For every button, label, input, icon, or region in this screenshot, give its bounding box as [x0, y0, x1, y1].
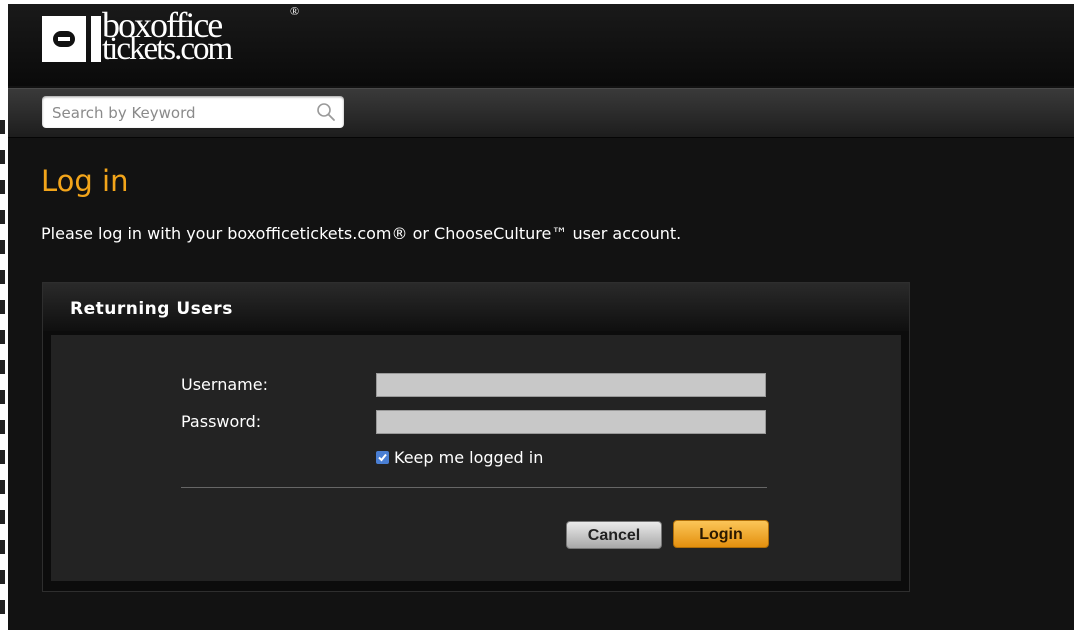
keep-logged-in-row[interactable]: Keep me logged in [376, 447, 543, 467]
username-field[interactable] [376, 373, 766, 397]
password-label: Password: [181, 412, 262, 431]
logo-registered-mark: ® [290, 4, 300, 18]
username-label: Username: [181, 375, 268, 394]
search-icon[interactable] [316, 102, 336, 122]
app-window: boxoffice tickets.com ® Log in Please lo… [8, 4, 1074, 630]
search-bar [8, 88, 1074, 138]
site-logo[interactable]: boxoffice tickets.com ® [42, 4, 299, 67]
panel-header: Returning Users [43, 283, 909, 331]
logo-bar [91, 16, 101, 62]
panel-title: Returning Users [70, 299, 233, 319]
password-field[interactable] [376, 410, 766, 434]
page-title: Log in [41, 164, 129, 198]
page-left-edge-marks [0, 120, 5, 630]
search-input[interactable] [50, 100, 310, 126]
site-header: boxoffice tickets.com ® [8, 4, 1074, 86]
checkmark-icon [378, 453, 387, 461]
keep-logged-in-checkbox[interactable] [376, 450, 389, 464]
login-button[interactable]: Login [673, 520, 769, 548]
form-divider [181, 487, 767, 488]
login-intro-text: Please log in with your boxofficetickets… [41, 224, 682, 243]
logo-mark-icon [42, 16, 86, 62]
returning-users-panel: Returning Users Username: Password: Keep… [42, 282, 910, 592]
search-box [42, 96, 344, 128]
login-form: Username: Password: Keep me logged in Ca… [51, 335, 901, 581]
logo-text-line2: tickets.com [102, 31, 233, 67]
cancel-button[interactable]: Cancel [566, 521, 662, 549]
keep-logged-in-label: Keep me logged in [394, 447, 544, 467]
